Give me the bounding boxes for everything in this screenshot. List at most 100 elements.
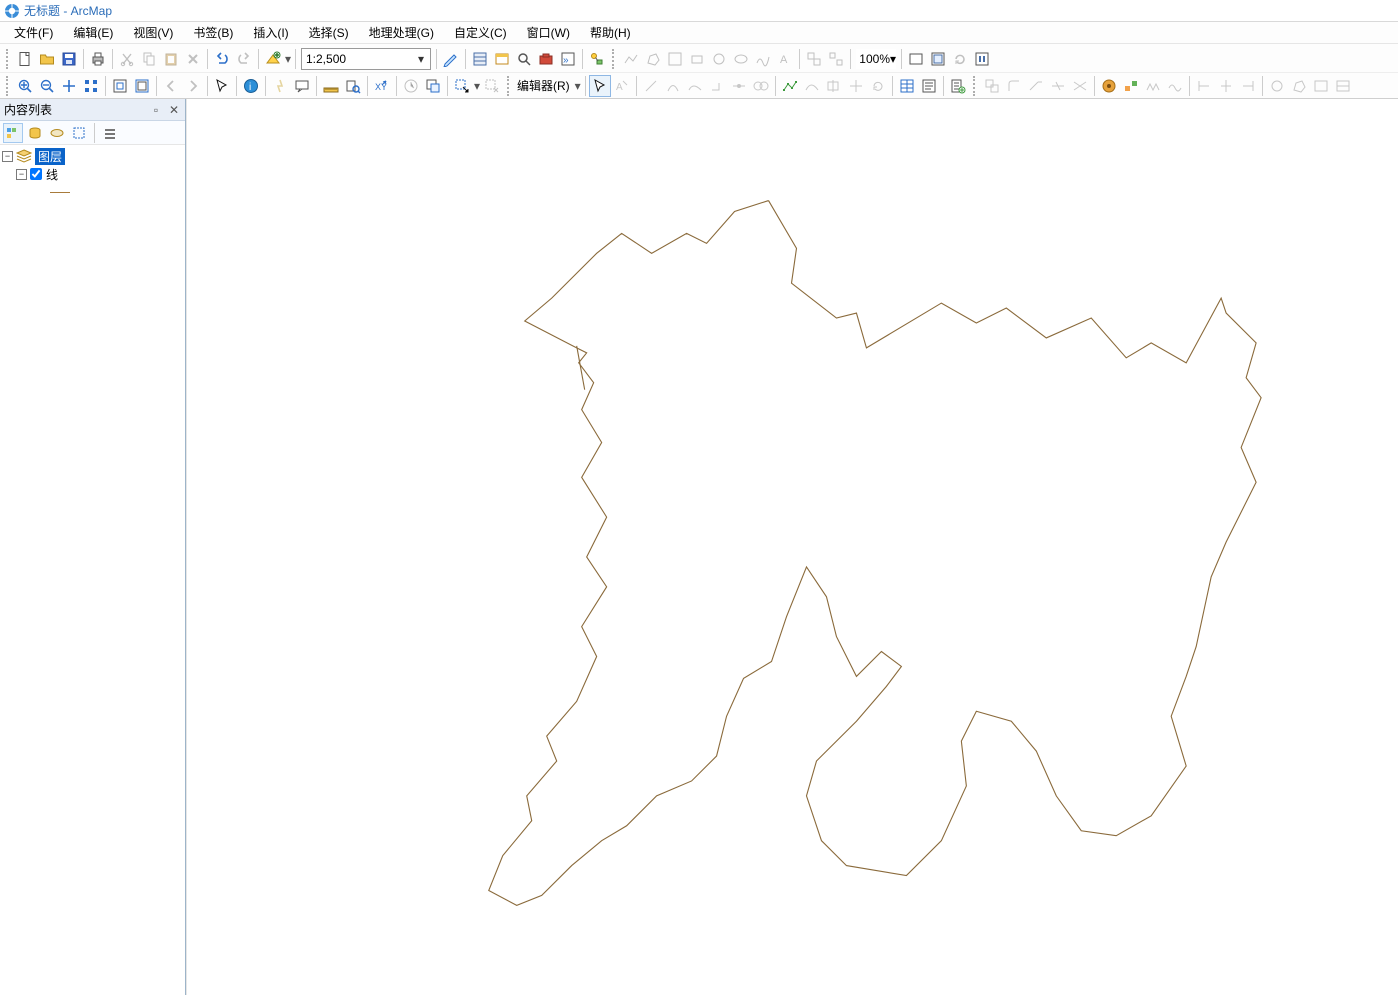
html-popup-icon[interactable] xyxy=(291,75,313,97)
cut-polygons-icon[interactable] xyxy=(823,75,845,97)
copy-features-icon[interactable] xyxy=(981,75,1003,97)
sketch-properties-icon[interactable] xyxy=(918,75,940,97)
line-symbol-icon[interactable] xyxy=(50,192,70,193)
clear-selection-icon[interactable] xyxy=(481,75,503,97)
open-folder-icon[interactable] xyxy=(36,48,58,70)
delete-icon[interactable] xyxy=(182,48,204,70)
table-of-contents-icon[interactable] xyxy=(469,48,491,70)
pause-drawing-icon[interactable] xyxy=(971,48,993,70)
trace-icon[interactable] xyxy=(684,75,706,97)
catalog-window-icon[interactable] xyxy=(491,48,513,70)
chevron-down-icon[interactable]: ▾ xyxy=(890,52,896,66)
draw-zoom-input[interactable] xyxy=(856,52,890,66)
goto-xy-icon[interactable]: XY xyxy=(371,75,393,97)
collapse-toggle-icon[interactable]: − xyxy=(16,169,27,180)
list-by-selection-icon[interactable] xyxy=(69,123,89,143)
cut-icon[interactable] xyxy=(116,48,138,70)
fixed-zoom-out-icon[interactable] xyxy=(131,75,153,97)
create-viewer-icon[interactable] xyxy=(422,75,444,97)
ungroup-icon[interactable] xyxy=(825,48,847,70)
menu-selection[interactable]: 选择(S) xyxy=(299,22,359,43)
identify-icon[interactable]: i xyxy=(240,75,262,97)
toc-options-icon[interactable] xyxy=(100,123,120,143)
redo-icon[interactable] xyxy=(233,48,255,70)
menu-insert[interactable]: 插入(I) xyxy=(243,22,298,43)
menu-bookmarks[interactable]: 书签(B) xyxy=(183,22,243,43)
sketch-rect-icon[interactable] xyxy=(686,48,708,70)
extend-icon[interactable] xyxy=(1025,75,1047,97)
select-elements-icon[interactable] xyxy=(211,75,233,97)
edit-vertices-icon[interactable] xyxy=(779,75,801,97)
toolbar-grip-icon[interactable] xyxy=(612,49,617,69)
layout-view-icon[interactable] xyxy=(927,48,949,70)
zoom-out-icon[interactable] xyxy=(36,75,58,97)
menu-windows[interactable]: 窗口(W) xyxy=(517,22,580,43)
draw-zoom-combo[interactable]: ▾ xyxy=(856,49,896,69)
sketch-line-icon[interactable] xyxy=(620,48,642,70)
menu-geoprocessing[interactable]: 地理处理(G) xyxy=(359,22,444,43)
print-icon[interactable] xyxy=(87,48,109,70)
split-icon[interactable] xyxy=(845,75,867,97)
refresh-view-icon[interactable] xyxy=(949,48,971,70)
toc-symbol-row[interactable] xyxy=(2,183,183,201)
edit-tool-icon[interactable] xyxy=(589,75,611,97)
trim-icon[interactable] xyxy=(1047,75,1069,97)
line-intersection-icon[interactable] xyxy=(1069,75,1091,97)
attributes-icon[interactable] xyxy=(896,75,918,97)
toolbar-grip-icon[interactable] xyxy=(6,49,11,69)
split-polygons-icon[interactable] xyxy=(1310,75,1332,97)
map-view[interactable] xyxy=(186,99,1398,995)
toolbar-grip-icon[interactable] xyxy=(973,76,978,96)
find-icon[interactable] xyxy=(342,75,364,97)
search-window-icon[interactable] xyxy=(513,48,535,70)
replace-geometry-icon[interactable] xyxy=(1237,75,1259,97)
paste-icon[interactable] xyxy=(160,48,182,70)
midpoint-icon[interactable] xyxy=(728,75,750,97)
zoom-in-icon[interactable] xyxy=(14,75,36,97)
menu-customize[interactable]: 自定义(C) xyxy=(444,22,517,43)
list-by-drawing-order-icon[interactable] xyxy=(3,123,23,143)
toc-root-label[interactable]: 图层 xyxy=(35,148,65,165)
hyperlink-icon[interactable] xyxy=(269,75,291,97)
sketch-text-icon[interactable]: A xyxy=(774,48,796,70)
copy-icon[interactable] xyxy=(138,48,160,70)
list-by-visibility-icon[interactable] xyxy=(47,123,67,143)
fillet-icon[interactable] xyxy=(1003,75,1025,97)
list-by-source-icon[interactable] xyxy=(25,123,45,143)
reshape-icon[interactable] xyxy=(801,75,823,97)
right-angle-icon[interactable] xyxy=(706,75,728,97)
prev-extent-icon[interactable] xyxy=(160,75,182,97)
menu-view[interactable]: 视图(V) xyxy=(123,22,183,43)
toc-root-row[interactable]: − 图层 xyxy=(2,147,183,165)
add-data-dropdown-icon[interactable]: ▾ xyxy=(284,48,292,70)
rotate-icon[interactable] xyxy=(867,75,889,97)
construct-icon[interactable] xyxy=(1120,75,1142,97)
generalize-icon[interactable] xyxy=(1142,75,1164,97)
create-features-icon[interactable] xyxy=(947,75,969,97)
editor-toolbar-icon[interactable] xyxy=(440,48,462,70)
straight-segment-icon[interactable] xyxy=(640,75,662,97)
smooth-icon[interactable] xyxy=(1164,75,1186,97)
toolbar-grip-icon[interactable] xyxy=(507,76,512,96)
close-icon[interactable]: ✕ xyxy=(167,103,181,117)
sketch-polygon-icon[interactable] xyxy=(642,48,664,70)
map-scale-combo[interactable]: ▾ xyxy=(301,48,431,70)
undo-icon[interactable] xyxy=(211,48,233,70)
sketch-circle-icon[interactable] xyxy=(708,48,730,70)
edit-annotation-icon[interactable]: A xyxy=(611,75,633,97)
select-by-rectangle-icon[interactable] xyxy=(451,75,473,97)
python-window-icon[interactable]: » xyxy=(557,48,579,70)
arc-toolbox-icon[interactable] xyxy=(535,48,557,70)
editor-menu-dropdown-icon[interactable]: ▾ xyxy=(574,75,582,97)
menu-help[interactable]: 帮助(H) xyxy=(580,22,641,43)
toolbar-grip-icon[interactable] xyxy=(6,76,11,96)
distance-distance-icon[interactable] xyxy=(750,75,772,97)
menu-edit[interactable]: 编辑(E) xyxy=(63,22,123,43)
end-point-arc-icon[interactable] xyxy=(662,75,684,97)
align-edge-icon[interactable] xyxy=(1193,75,1215,97)
explode-icon[interactable] xyxy=(1098,75,1120,97)
map-scale-input[interactable] xyxy=(304,51,414,67)
select-features-dropdown-icon[interactable]: ▾ xyxy=(473,75,481,97)
editor-menu-label[interactable]: 编辑器(R) xyxy=(515,77,574,94)
model-builder-icon[interactable] xyxy=(586,48,608,70)
